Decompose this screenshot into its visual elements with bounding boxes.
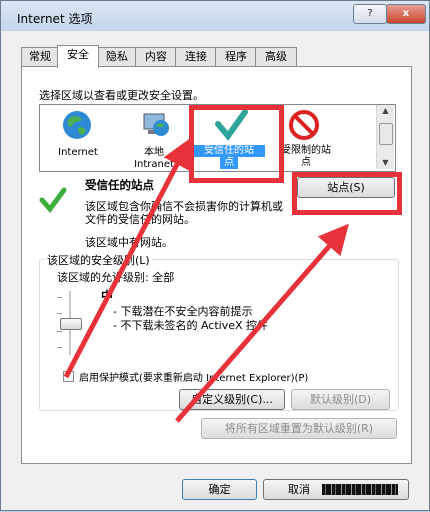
annotation-arrow-to-sites xyxy=(175,223,349,423)
internet-options-window: Internet 选项 ? x 常规 安全 隐私 内容 连接 程序 高级 选择区… xyxy=(0,0,430,511)
tab-security[interactable]: 安全 xyxy=(57,45,99,68)
annotation-arrow-to-zone xyxy=(63,137,191,379)
annotation-arrows xyxy=(63,137,349,423)
